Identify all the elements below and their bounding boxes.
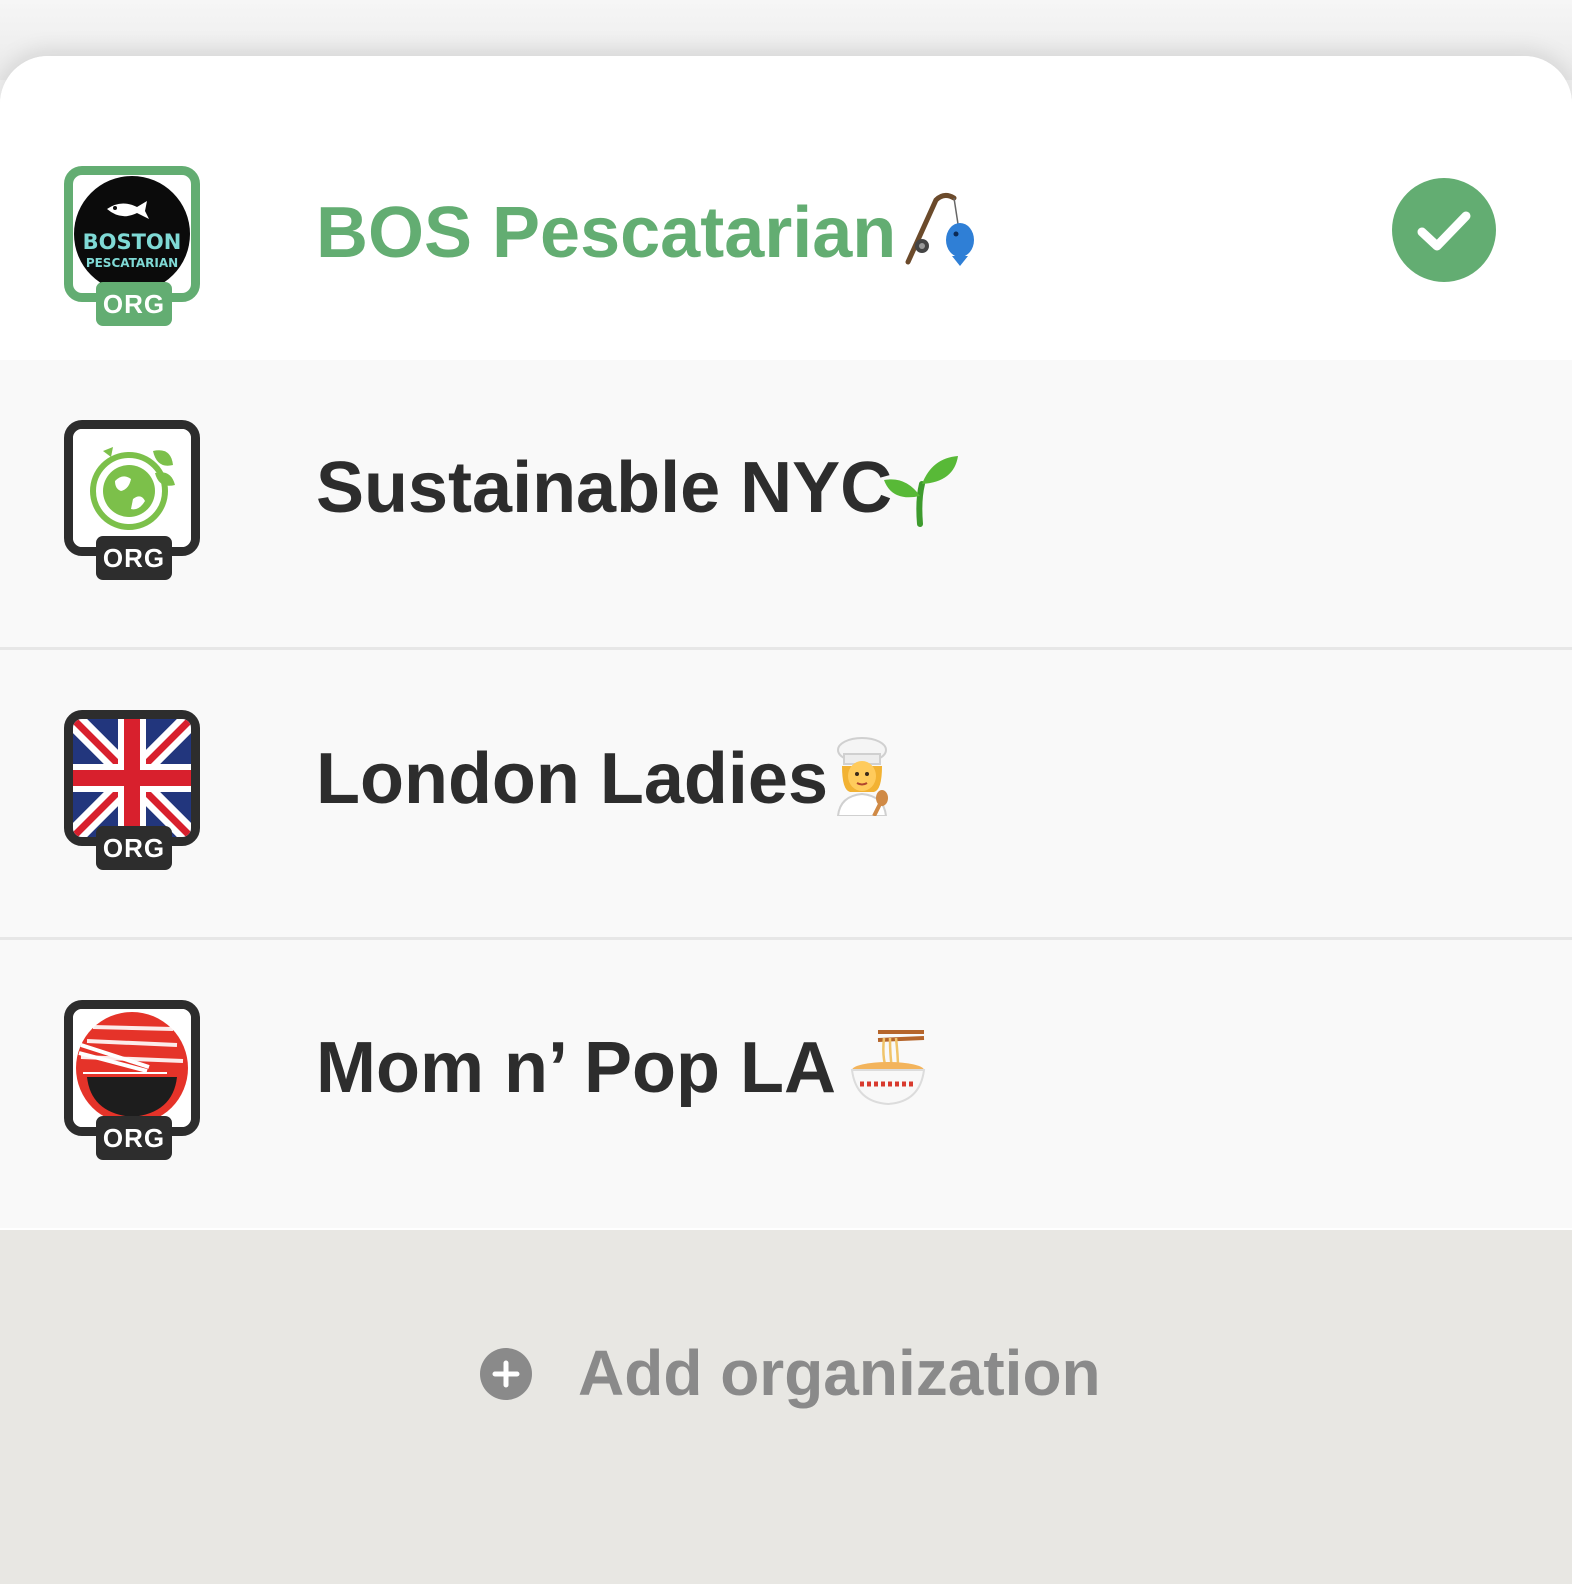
org-badge: ORG — [96, 826, 172, 870]
add-organization-button[interactable]: Add organization — [480, 1330, 1120, 1420]
org-badge: ORG — [96, 536, 172, 580]
org-row-bos-pescatarian[interactable]: BOSTON PESCATARIAN ORG BOS Pescatarian — [0, 56, 1572, 360]
org-name: Mom n’ Pop LA — [316, 1028, 836, 1108]
woman-cook-emoji-icon — [822, 736, 902, 816]
org-row-london-ladies[interactable]: ORG London Ladies — [0, 650, 1572, 937]
selected-check-icon — [1392, 178, 1496, 282]
org-name: London Ladies — [316, 739, 828, 819]
org-badge: ORG — [96, 282, 172, 326]
fishing-pole-emoji-icon — [902, 190, 982, 270]
seedling-emoji-icon — [880, 450, 960, 530]
noodle-bowl-emoji-icon — [848, 1026, 928, 1106]
plus-circle-icon — [480, 1348, 532, 1400]
logo-text-pescatarian: PESCATARIAN — [86, 256, 178, 270]
logo-text-boston: BOSTON — [83, 230, 182, 254]
org-name: BOS Pescatarian — [316, 193, 897, 273]
org-name: Sustainable NYC — [316, 448, 893, 528]
org-row-mom-n-pop-la[interactable]: ORG Mom n’ Pop LA — [0, 940, 1572, 1228]
add-organization-label: Add organization — [578, 1337, 1101, 1409]
add-organization-footer: Add organization — [0, 1230, 1572, 1584]
organization-switcher-sheet: BOSTON PESCATARIAN ORG BOS Pescatarian O… — [0, 56, 1572, 1584]
org-badge: ORG — [96, 1116, 172, 1160]
org-row-sustainable-nyc[interactable]: ORG Sustainable NYC — [0, 360, 1572, 647]
